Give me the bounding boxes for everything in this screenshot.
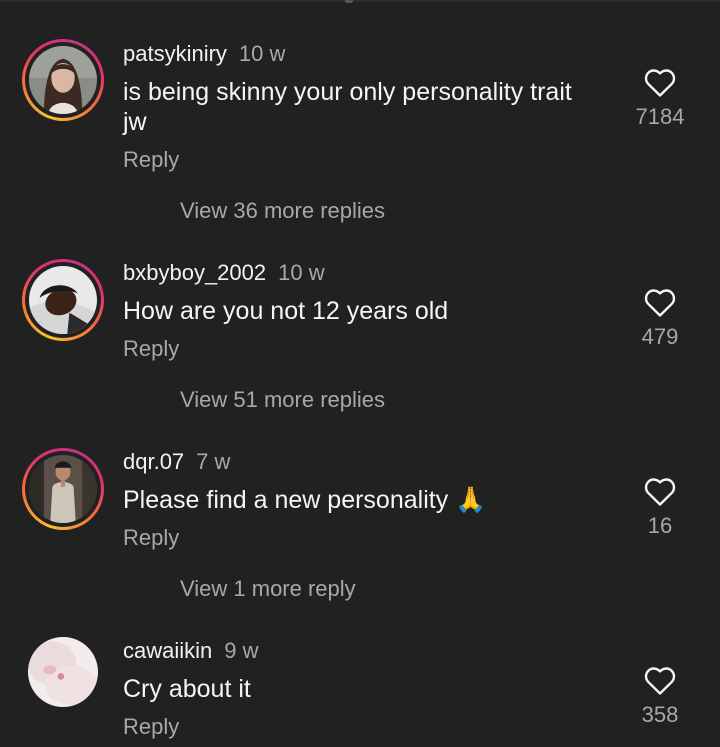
avatar-story-ring[interactable] bbox=[22, 448, 104, 530]
like-control: 479 bbox=[630, 288, 690, 350]
pink-blur-avatar bbox=[28, 637, 98, 707]
view-more-replies-button[interactable]: View 1 more reply bbox=[180, 576, 356, 602]
like-count: 358 bbox=[641, 702, 679, 727]
timestamp: 9 w bbox=[224, 638, 259, 663]
like-control: 7184 bbox=[630, 68, 690, 130]
like-count: 479 bbox=[641, 324, 679, 349]
like-control: 358 bbox=[630, 666, 690, 728]
comment-text-line: jw bbox=[123, 108, 147, 136]
comment-text: How are you not 12 years old bbox=[123, 296, 603, 326]
like-control: 16 bbox=[630, 477, 690, 539]
view-more-replies-button[interactable]: View 36 more replies bbox=[180, 198, 385, 224]
heart-outline-icon[interactable] bbox=[644, 666, 676, 696]
avatar[interactable] bbox=[29, 266, 97, 334]
view-more-replies-button[interactable]: View 51 more replies bbox=[180, 387, 385, 413]
like-count: 7184 bbox=[635, 104, 685, 129]
top-divider bbox=[0, 0, 720, 2]
username[interactable]: bxbyboy_2002 bbox=[123, 260, 266, 285]
username[interactable]: cawaiikin bbox=[123, 638, 212, 663]
avatar-ring[interactable] bbox=[28, 637, 98, 707]
like-count: 16 bbox=[647, 513, 673, 538]
avatar[interactable] bbox=[29, 455, 97, 523]
avatar[interactable] bbox=[28, 637, 98, 707]
man-lying-down-avatar bbox=[29, 266, 97, 334]
praying-hands-emoji: 🙏 bbox=[455, 485, 487, 514]
comment-text: is being skinny your only personality tr… bbox=[123, 77, 603, 137]
comment-text: Cry about it bbox=[123, 674, 603, 704]
reply-button[interactable]: Reply bbox=[123, 525, 179, 551]
avatar-story-ring[interactable] bbox=[22, 39, 104, 121]
reply-button[interactable]: Reply bbox=[123, 147, 179, 173]
comment-meta: patsykiniry 10 w bbox=[123, 41, 285, 67]
comment-text-content: Please find a new personality bbox=[123, 486, 449, 514]
comment-text: Please find a new personality 🙏 bbox=[123, 485, 603, 515]
comment-text-line: Cry about it bbox=[123, 675, 251, 703]
timestamp: 10 w bbox=[238, 41, 286, 66]
timestamp: 10 w bbox=[278, 260, 325, 285]
woman-portrait-avatar bbox=[29, 46, 97, 114]
timestamp: 7 w bbox=[196, 449, 231, 474]
mirror-selfie-avatar bbox=[29, 455, 97, 523]
heart-outline-icon[interactable] bbox=[644, 477, 676, 507]
reply-button[interactable]: Reply bbox=[123, 714, 179, 740]
heart-outline-icon[interactable] bbox=[644, 288, 676, 318]
username[interactable]: patsykiniry bbox=[123, 41, 227, 66]
avatar-story-ring[interactable] bbox=[22, 259, 104, 341]
reply-button[interactable]: Reply bbox=[123, 336, 179, 362]
comment-meta: dqr.07 7 w bbox=[123, 449, 230, 475]
drag-handle[interactable] bbox=[345, 0, 353, 3]
username[interactable]: dqr.07 bbox=[123, 449, 184, 474]
comment-meta: cawaiikin 9 w bbox=[123, 638, 259, 664]
comment-text-line: is being skinny your only personality tr… bbox=[123, 78, 572, 106]
comment-meta: bxbyboy_2002 10 w bbox=[123, 260, 325, 286]
avatar[interactable] bbox=[29, 46, 97, 114]
heart-outline-icon[interactable] bbox=[644, 68, 676, 98]
comment-text-line: How are you not 12 years old bbox=[123, 297, 449, 325]
